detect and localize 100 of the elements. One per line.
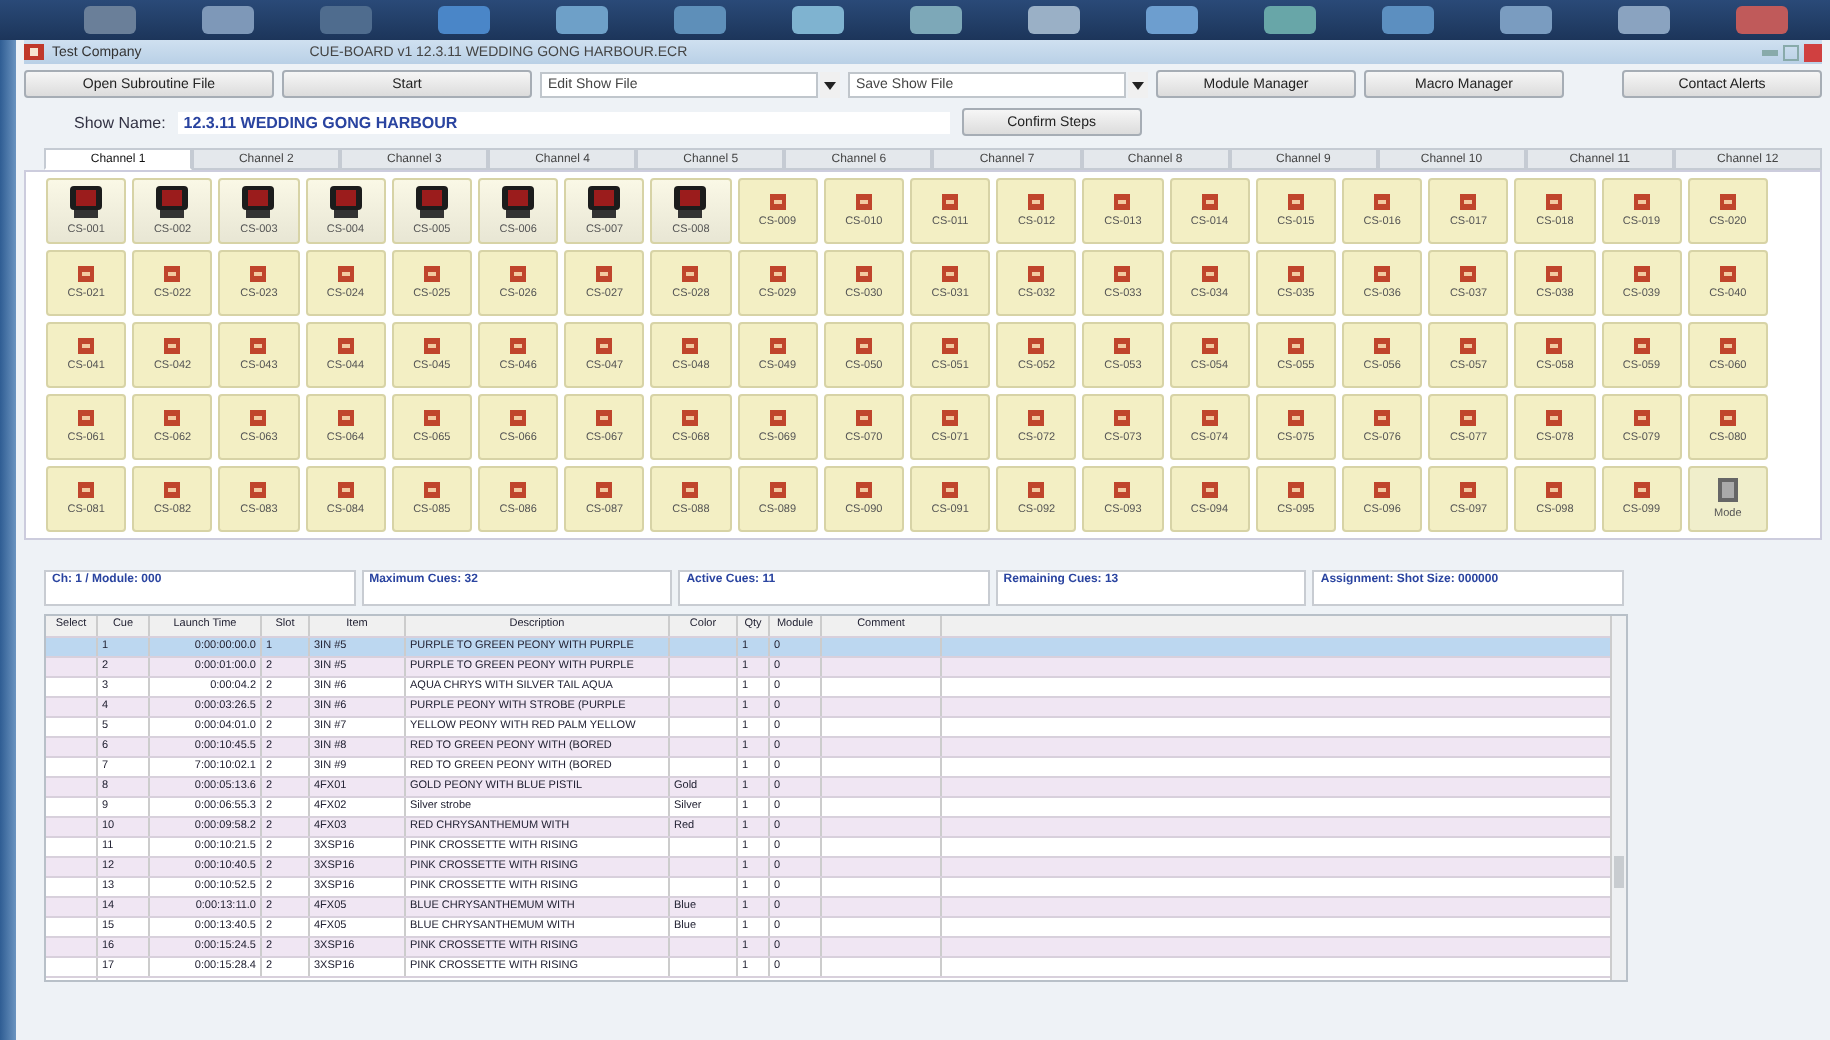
cue-slot-icon [1546,338,1563,354]
cue-slot-icon [78,482,95,498]
taskbar-app-icon[interactable] [316,4,376,36]
cue-slot-icon [855,338,872,354]
taskbar-app-icon[interactable] [434,4,494,36]
cue-slot-icon [1719,194,1736,210]
cue-slot-icon [164,482,181,498]
module-icon [672,186,709,218]
cue-slot-icon [1028,338,1045,354]
cue-slot-icon [423,266,440,282]
cue-slot-icon [1460,266,1477,282]
cue-slot-icon [1114,194,1131,210]
cue-slot-icon [1460,482,1477,498]
cue-slot-icon [1374,194,1391,210]
cue-slot-icon [250,410,267,426]
show-name-field: 12.3.11 WEDDING GONG HARBOUR [177,111,950,133]
cue-slot-icon [1633,338,1650,354]
taskbar-app-icon[interactable] [906,4,966,36]
module-icon [68,186,105,218]
cue-slot-icon [164,338,181,354]
cue-slot-icon [1287,194,1304,210]
cue-slot-icon [1287,482,1304,498]
cue-slot-icon [942,410,959,426]
cue-slot-icon [855,482,872,498]
cue-slot-icon [1460,194,1477,210]
cue-slot-icon [510,410,527,426]
cue-slot-icon [855,410,872,426]
cue-slot-icon [337,338,354,354]
module-icon [500,186,537,218]
taskbar-app-icon[interactable] [1142,4,1202,36]
cue-slot-icon [769,338,786,354]
cue-slot-icon [769,266,786,282]
cue-slot-icon [1028,194,1045,210]
cue-slot-icon [250,266,267,282]
cue-slot-icon [78,266,95,282]
cue-slot-icon [337,410,354,426]
cue-slot-icon [942,338,959,354]
cue-slot-icon [337,266,354,282]
cue-slot-icon [1114,338,1131,354]
cue-slot-icon [596,338,613,354]
cue-slot-icon [1719,410,1736,426]
cue-slot-icon [1201,410,1218,426]
cue-slot-icon [1374,338,1391,354]
cue-slot-icon [942,266,959,282]
cue-slot-icon [423,410,440,426]
cue-slot-icon [1287,410,1304,426]
cue-slot-icon [1201,266,1218,282]
taskbar-app-icon[interactable] [1496,4,1556,36]
module-icon [327,186,364,218]
module-icon [586,186,623,218]
cue-slot-icon [1460,410,1477,426]
cue-slot-icon [596,410,613,426]
cue-slot-icon [1114,410,1131,426]
cue-slot-icon [682,266,699,282]
app-icon [24,42,44,62]
cue-slot-icon [1287,266,1304,282]
cue-slot-icon [164,410,181,426]
cue-slot-icon [1546,194,1563,210]
cue-slot-icon [1719,338,1736,354]
scrollbar[interactable] [1610,616,1626,980]
taskbar-app-icon[interactable] [80,4,140,36]
cue-slot-icon [942,482,959,498]
show-name-label: Show Name: [74,113,166,131]
cue-table[interactable] [46,616,1610,980]
cue-slot-icon [769,194,786,210]
cue-slot-icon [1374,410,1391,426]
taskbar-app-icon[interactable] [1614,4,1674,36]
module-icon [240,186,277,218]
cue-slot-icon [1633,482,1650,498]
cue-slot-icon [1114,482,1131,498]
taskbar-app-icon[interactable] [1732,4,1792,36]
cue-slot-icon [769,482,786,498]
taskbar-app-icon[interactable] [552,4,612,36]
cue-slot-icon [942,194,959,210]
cue-slot-icon [596,482,613,498]
cue-slot-icon [510,338,527,354]
cue-slot-icon [682,482,699,498]
cue-slot-icon [164,266,181,282]
cue-slot-icon [78,410,95,426]
cue-slot-icon [1201,338,1218,354]
taskbar-app-icon[interactable] [1024,4,1084,36]
cue-slot-icon [1374,482,1391,498]
cue-slot-icon [1028,410,1045,426]
taskbar-app-icon[interactable] [198,4,258,36]
window-controls-icon[interactable] [1762,43,1822,61]
taskbar-app-icon[interactable] [1378,4,1438,36]
cue-slot-icon [1028,482,1045,498]
cue-slot-icon [682,410,699,426]
cue-slot-icon [1546,266,1563,282]
cue-slot-icon [1546,410,1563,426]
cue-slot-icon [510,266,527,282]
cue-slot-icon [1633,410,1650,426]
cue-slot-icon [1633,266,1650,282]
cue-slot-icon [1201,194,1218,210]
cue-slot-icon [1719,266,1736,282]
mode-icon [1717,478,1738,502]
taskbar-app-icon[interactable] [670,4,730,36]
taskbar-app-icon[interactable] [1260,4,1320,36]
cue-slot-icon [337,482,354,498]
taskbar-app-icon[interactable] [788,4,848,36]
